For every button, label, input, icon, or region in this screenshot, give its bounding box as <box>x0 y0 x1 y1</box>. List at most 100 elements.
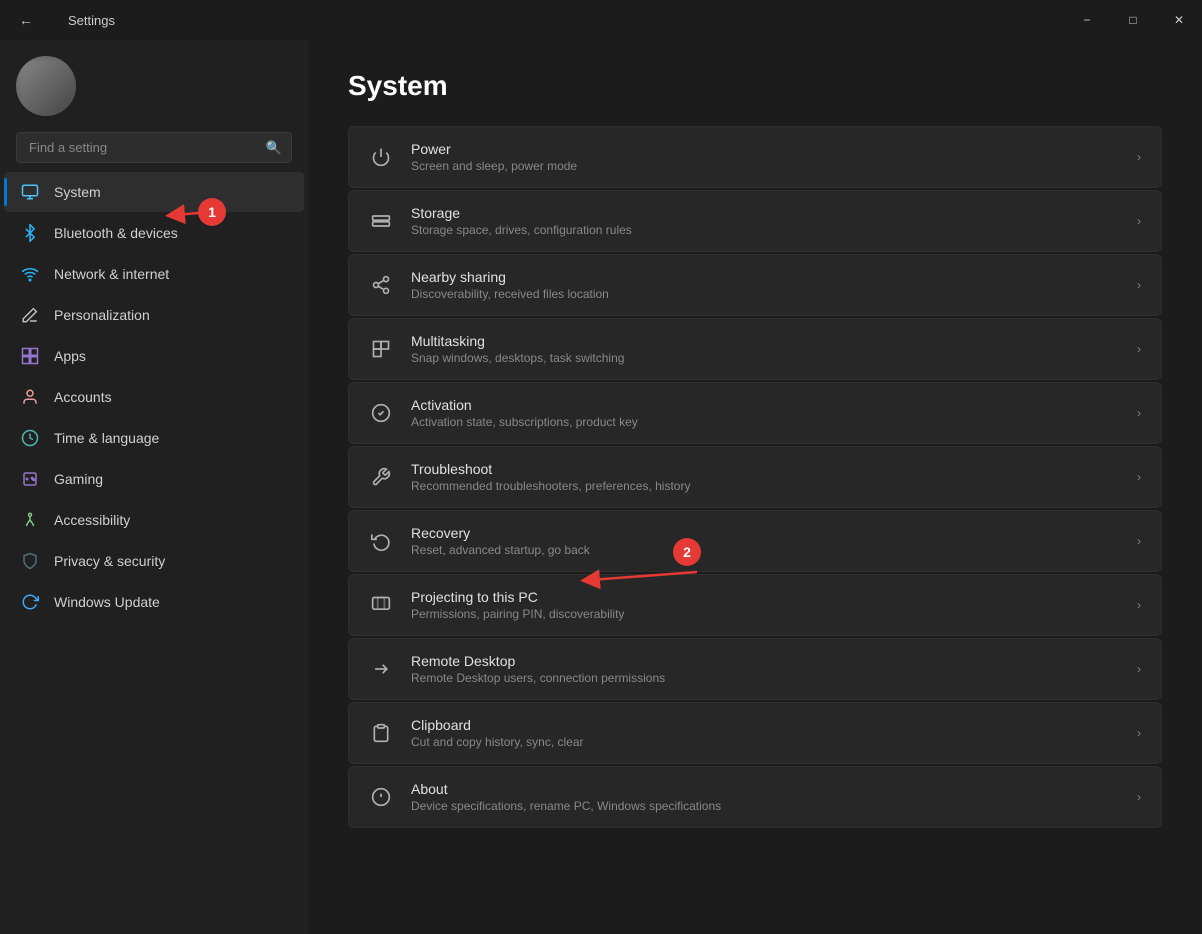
sidebar-item-label: Personalization <box>54 307 150 323</box>
settings-item-text-projecting: Projecting to this PC Permissions, pairi… <box>411 589 1119 621</box>
activation-icon <box>369 401 393 425</box>
projecting-icon <box>369 593 393 617</box>
sidebar: 🔍 System Bluetooth & devices Network & i… <box>0 40 308 934</box>
settings-item-title-nearby-sharing: Nearby sharing <box>411 269 1119 285</box>
sidebar-item-privacy[interactable]: Privacy & security <box>4 541 304 581</box>
settings-item-title-recovery: Recovery <box>411 525 1119 541</box>
settings-item-about[interactable]: About Device specifications, rename PC, … <box>348 766 1162 828</box>
settings-item-text-activation: Activation Activation state, subscriptio… <box>411 397 1119 429</box>
apps-icon <box>20 346 40 366</box>
time-icon <box>20 428 40 448</box>
sidebar-item-label: Time & language <box>54 430 159 446</box>
accessibility-icon <box>20 510 40 530</box>
settings-item-nearby-sharing[interactable]: Nearby sharing Discoverability, received… <box>348 254 1162 316</box>
back-button[interactable]: ← <box>12 6 40 34</box>
settings-item-text-recovery: Recovery Reset, advanced startup, go bac… <box>411 525 1119 557</box>
personalization-icon <box>20 305 40 325</box>
recovery-icon <box>369 529 393 553</box>
sidebar-item-update[interactable]: Windows Update <box>4 582 304 622</box>
maximize-button[interactable]: □ <box>1110 0 1156 40</box>
bluetooth-icon <box>20 223 40 243</box>
search-box: 🔍 <box>16 132 292 163</box>
sidebar-item-label: Windows Update <box>54 594 160 610</box>
page-title: System <box>348 70 1162 102</box>
about-icon <box>369 785 393 809</box>
settings-item-text-remote-desktop: Remote Desktop Remote Desktop users, con… <box>411 653 1119 685</box>
sidebar-item-system[interactable]: System <box>4 172 304 212</box>
system-icon <box>20 182 40 202</box>
search-input[interactable] <box>16 132 292 163</box>
accounts-icon <box>20 387 40 407</box>
chevron-right-icon-power: › <box>1137 150 1141 164</box>
settings-item-desc-about: Device specifications, rename PC, Window… <box>411 799 1119 813</box>
settings-item-title-multitasking: Multitasking <box>411 333 1119 349</box>
gaming-icon <box>20 469 40 489</box>
storage-icon <box>369 209 393 233</box>
settings-item-title-troubleshoot: Troubleshoot <box>411 461 1119 477</box>
nearby-sharing-icon <box>369 273 393 297</box>
sidebar-item-label: Accounts <box>54 389 112 405</box>
sidebar-item-time[interactable]: Time & language <box>4 418 304 458</box>
settings-item-text-troubleshoot: Troubleshoot Recommended troubleshooters… <box>411 461 1119 493</box>
chevron-right-icon-multitasking: › <box>1137 342 1141 356</box>
sidebar-item-personalization[interactable]: Personalization <box>4 295 304 335</box>
nav-list: System Bluetooth & devices Network & int… <box>0 171 308 623</box>
sidebar-item-network[interactable]: Network & internet <box>4 254 304 294</box>
user-avatar-area <box>0 40 308 124</box>
avatar <box>16 56 76 116</box>
settings-item-clipboard[interactable]: Clipboard Cut and copy history, sync, cl… <box>348 702 1162 764</box>
sidebar-item-label: Bluetooth & devices <box>54 225 178 241</box>
sidebar-item-label: Privacy & security <box>54 553 165 569</box>
settings-item-desc-troubleshoot: Recommended troubleshooters, preferences… <box>411 479 1119 493</box>
settings-item-title-power: Power <box>411 141 1119 157</box>
chevron-right-icon-storage: › <box>1137 214 1141 228</box>
chevron-right-icon-activation: › <box>1137 406 1141 420</box>
settings-item-power[interactable]: Power Screen and sleep, power mode › <box>348 126 1162 188</box>
settings-item-desc-power: Screen and sleep, power mode <box>411 159 1119 173</box>
sidebar-item-apps[interactable]: Apps <box>4 336 304 376</box>
settings-item-text-clipboard: Clipboard Cut and copy history, sync, cl… <box>411 717 1119 749</box>
network-icon <box>20 264 40 284</box>
app-title: Settings <box>68 13 115 28</box>
settings-item-text-nearby-sharing: Nearby sharing Discoverability, received… <box>411 269 1119 301</box>
chevron-right-icon-projecting: › <box>1137 598 1141 612</box>
settings-item-storage[interactable]: Storage Storage space, drives, configura… <box>348 190 1162 252</box>
settings-item-title-remote-desktop: Remote Desktop <box>411 653 1119 669</box>
settings-list: Power Screen and sleep, power mode › Sto… <box>348 126 1162 828</box>
sidebar-item-accounts[interactable]: Accounts <box>4 377 304 417</box>
settings-item-title-activation: Activation <box>411 397 1119 413</box>
sidebar-item-label: Network & internet <box>54 266 169 282</box>
settings-item-projecting[interactable]: Projecting to this PC Permissions, pairi… <box>348 574 1162 636</box>
settings-item-title-clipboard: Clipboard <box>411 717 1119 733</box>
settings-item-desc-remote-desktop: Remote Desktop users, connection permiss… <box>411 671 1119 685</box>
settings-item-recovery[interactable]: Recovery Reset, advanced startup, go bac… <box>348 510 1162 572</box>
close-button[interactable]: ✕ <box>1156 0 1202 40</box>
settings-item-multitasking[interactable]: Multitasking Snap windows, desktops, tas… <box>348 318 1162 380</box>
sidebar-item-label: System <box>54 184 101 200</box>
search-icon: 🔍 <box>266 140 282 156</box>
update-icon <box>20 592 40 612</box>
chevron-right-icon-recovery: › <box>1137 534 1141 548</box>
chevron-right-icon-troubleshoot: › <box>1137 470 1141 484</box>
main-content: System Power Screen and sleep, power mod… <box>308 40 1202 934</box>
settings-item-remote-desktop[interactable]: Remote Desktop Remote Desktop users, con… <box>348 638 1162 700</box>
sidebar-item-label: Accessibility <box>54 512 130 528</box>
settings-item-desc-nearby-sharing: Discoverability, received files location <box>411 287 1119 301</box>
settings-item-desc-projecting: Permissions, pairing PIN, discoverabilit… <box>411 607 1119 621</box>
sidebar-item-accessibility[interactable]: Accessibility <box>4 500 304 540</box>
chevron-right-icon-clipboard: › <box>1137 726 1141 740</box>
settings-item-troubleshoot[interactable]: Troubleshoot Recommended troubleshooters… <box>348 446 1162 508</box>
app-container: 🔍 System Bluetooth & devices Network & i… <box>0 40 1202 934</box>
settings-item-desc-multitasking: Snap windows, desktops, task switching <box>411 351 1119 365</box>
sidebar-item-bluetooth[interactable]: Bluetooth & devices <box>4 213 304 253</box>
sidebar-item-gaming[interactable]: Gaming <box>4 459 304 499</box>
minimize-button[interactable]: − <box>1064 0 1110 40</box>
privacy-icon <box>20 551 40 571</box>
window-controls: − □ ✕ <box>1064 0 1202 40</box>
settings-item-activation[interactable]: Activation Activation state, subscriptio… <box>348 382 1162 444</box>
chevron-right-icon-about: › <box>1137 790 1141 804</box>
settings-item-desc-storage: Storage space, drives, configuration rul… <box>411 223 1119 237</box>
chevron-right-icon-nearby-sharing: › <box>1137 278 1141 292</box>
settings-item-desc-activation: Activation state, subscriptions, product… <box>411 415 1119 429</box>
clipboard-icon <box>369 721 393 745</box>
